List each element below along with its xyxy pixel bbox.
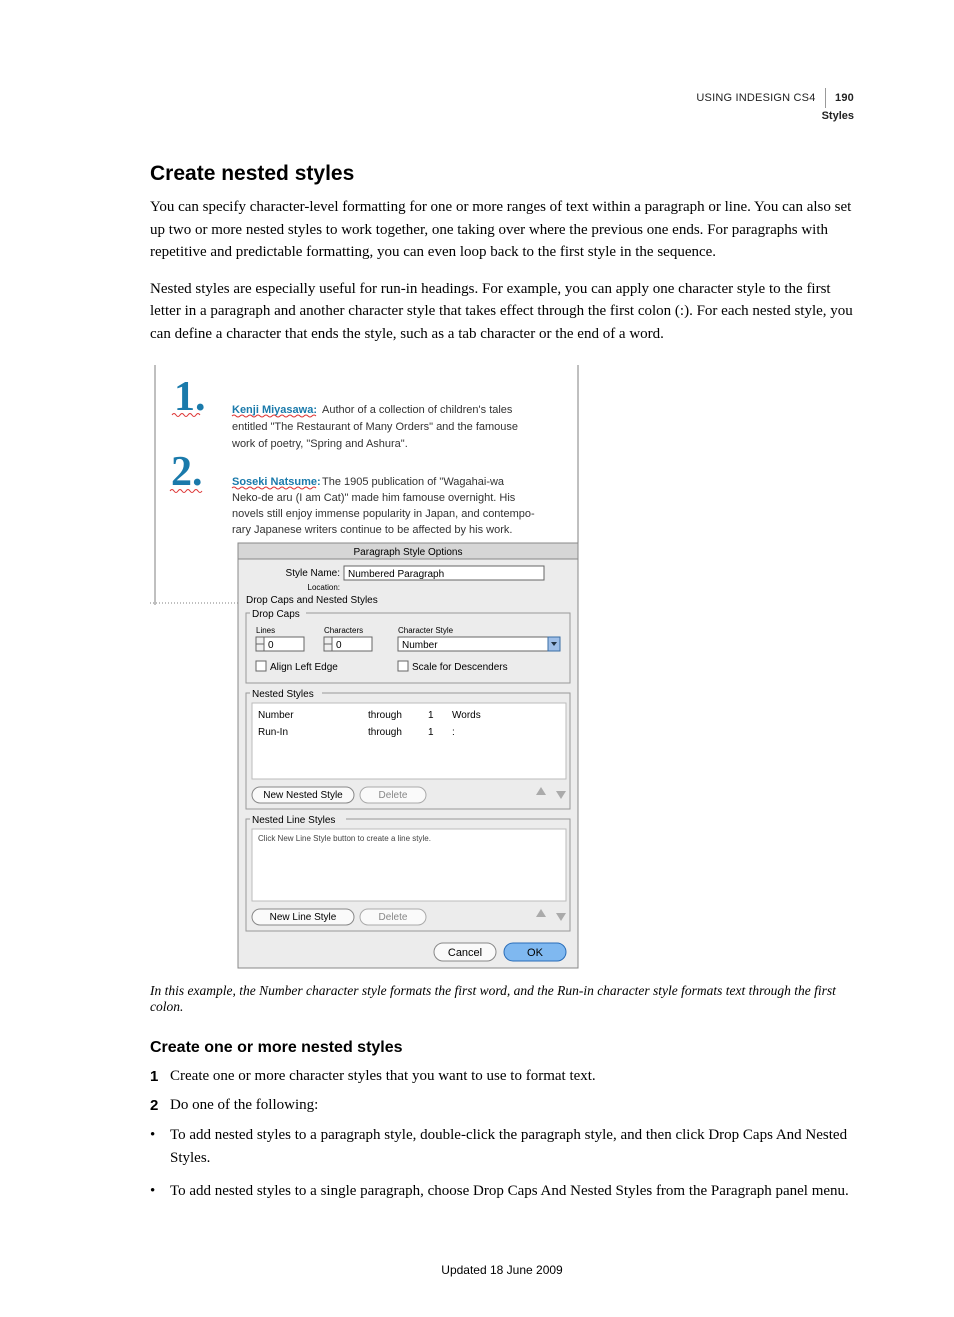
svg-text:novels still enjoy immense pop: novels still enjoy immense popularity in… <box>232 508 535 520</box>
step-number: 1 <box>150 1065 170 1088</box>
svg-text:2.: 2. <box>171 449 203 495</box>
svg-text:1: 1 <box>428 710 434 721</box>
svg-text:Kenji Miyasawa:: Kenji Miyasawa: <box>232 404 317 416</box>
svg-text:Numbered Paragraph: Numbered Paragraph <box>348 569 444 580</box>
svg-text:Character Style: Character Style <box>398 626 454 635</box>
bullet-item: • To add nested styles to a single parag… <box>150 1180 854 1203</box>
svg-text:0: 0 <box>336 640 342 651</box>
figure-caption: In this example, the Number character st… <box>150 983 854 1015</box>
svg-text:Location:: Location: <box>308 583 340 592</box>
svg-text:Number: Number <box>258 710 294 721</box>
svg-text:0: 0 <box>268 640 274 651</box>
svg-text:Drop Caps: Drop Caps <box>252 609 300 620</box>
step-number: 2 <box>150 1094 170 1117</box>
svg-text:Characters: Characters <box>324 626 363 635</box>
svg-text:rary Japanese writers continue: rary Japanese writers continue to be aff… <box>232 524 512 536</box>
header-product: USING INDESIGN CS4 <box>696 92 815 104</box>
header-section: Styles <box>150 110 854 122</box>
svg-text:The 1905 publication of "Wagah: The 1905 publication of "Wagahai-wa <box>322 476 505 488</box>
svg-text:Style Name:: Style Name: <box>286 568 340 579</box>
svg-text:Align Left Edge: Align Left Edge <box>270 662 338 673</box>
svg-text:Click New Line Style button to: Click New Line Style button to create a … <box>258 834 431 843</box>
svg-text:1: 1 <box>428 727 434 738</box>
svg-text:Paragraph Style Options: Paragraph Style Options <box>354 547 463 558</box>
bullet-marker: • <box>150 1124 170 1171</box>
step-text: Create one or more character styles that… <box>170 1065 596 1088</box>
svg-text:Cancel: Cancel <box>448 947 482 959</box>
svg-text:Words: Words <box>452 710 481 721</box>
step-text: Do one of the following: <box>170 1094 318 1117</box>
svg-text:Drop Caps and Nested Styles: Drop Caps and Nested Styles <box>246 595 378 606</box>
svg-text:work of poetry, "Spring and As: work of poetry, "Spring and Ashura". <box>231 438 408 450</box>
svg-text:New Nested Style: New Nested Style <box>263 790 343 801</box>
svg-text:Nested Line Styles: Nested Line Styles <box>252 815 335 826</box>
example-figure: 1. Kenji Miyasawa: Author of a collectio… <box>150 365 854 975</box>
svg-text:Author of a collection of chil: Author of a collection of children's tal… <box>322 404 513 416</box>
svg-text:Scale for Descenders: Scale for Descenders <box>412 662 508 673</box>
svg-text:Neko-de aru (I am Cat)" made h: Neko-de aru (I am Cat)" made him famouse… <box>232 492 516 504</box>
svg-text:Run-In: Run-In <box>258 727 288 738</box>
svg-text::: : <box>452 727 455 738</box>
svg-text:New Line Style: New Line Style <box>270 912 337 923</box>
svg-text:Number: Number <box>402 640 438 651</box>
intro-paragraph-2: Nested styles are especially useful for … <box>150 278 854 346</box>
svg-text:Soseki Natsume:: Soseki Natsume: <box>232 476 321 488</box>
svg-text:Delete: Delete <box>379 912 408 923</box>
svg-text:entitled "The Restaurant of Ma: entitled "The Restaurant of Many Orders"… <box>232 421 518 433</box>
svg-text:Nested Styles: Nested Styles <box>252 689 314 700</box>
intro-paragraph-1: You can specify character-level formatti… <box>150 196 854 264</box>
step-1: 1 Create one or more character styles th… <box>150 1065 854 1088</box>
svg-text:through: through <box>368 710 402 721</box>
page-number: 190 <box>835 92 854 104</box>
bullet-text: To add nested styles to a single paragra… <box>170 1180 849 1203</box>
svg-text:through: through <box>368 727 402 738</box>
bullet-item: • To add nested styles to a paragraph st… <box>150 1124 854 1171</box>
subsection-heading: Create one or more nested styles <box>150 1039 854 1057</box>
bullet-marker: • <box>150 1180 170 1203</box>
svg-text:Lines: Lines <box>256 626 275 635</box>
section-heading: Create nested styles <box>150 162 854 186</box>
svg-text:OK: OK <box>527 947 544 959</box>
footer-updated: Updated 18 June 2009 <box>150 1263 854 1277</box>
svg-text:Delete: Delete <box>379 790 408 801</box>
running-header: USING INDESIGN CS4 190 Styles <box>150 88 854 122</box>
bullet-text: To add nested styles to a paragraph styl… <box>170 1124 854 1171</box>
step-2: 2 Do one of the following: <box>150 1094 854 1117</box>
